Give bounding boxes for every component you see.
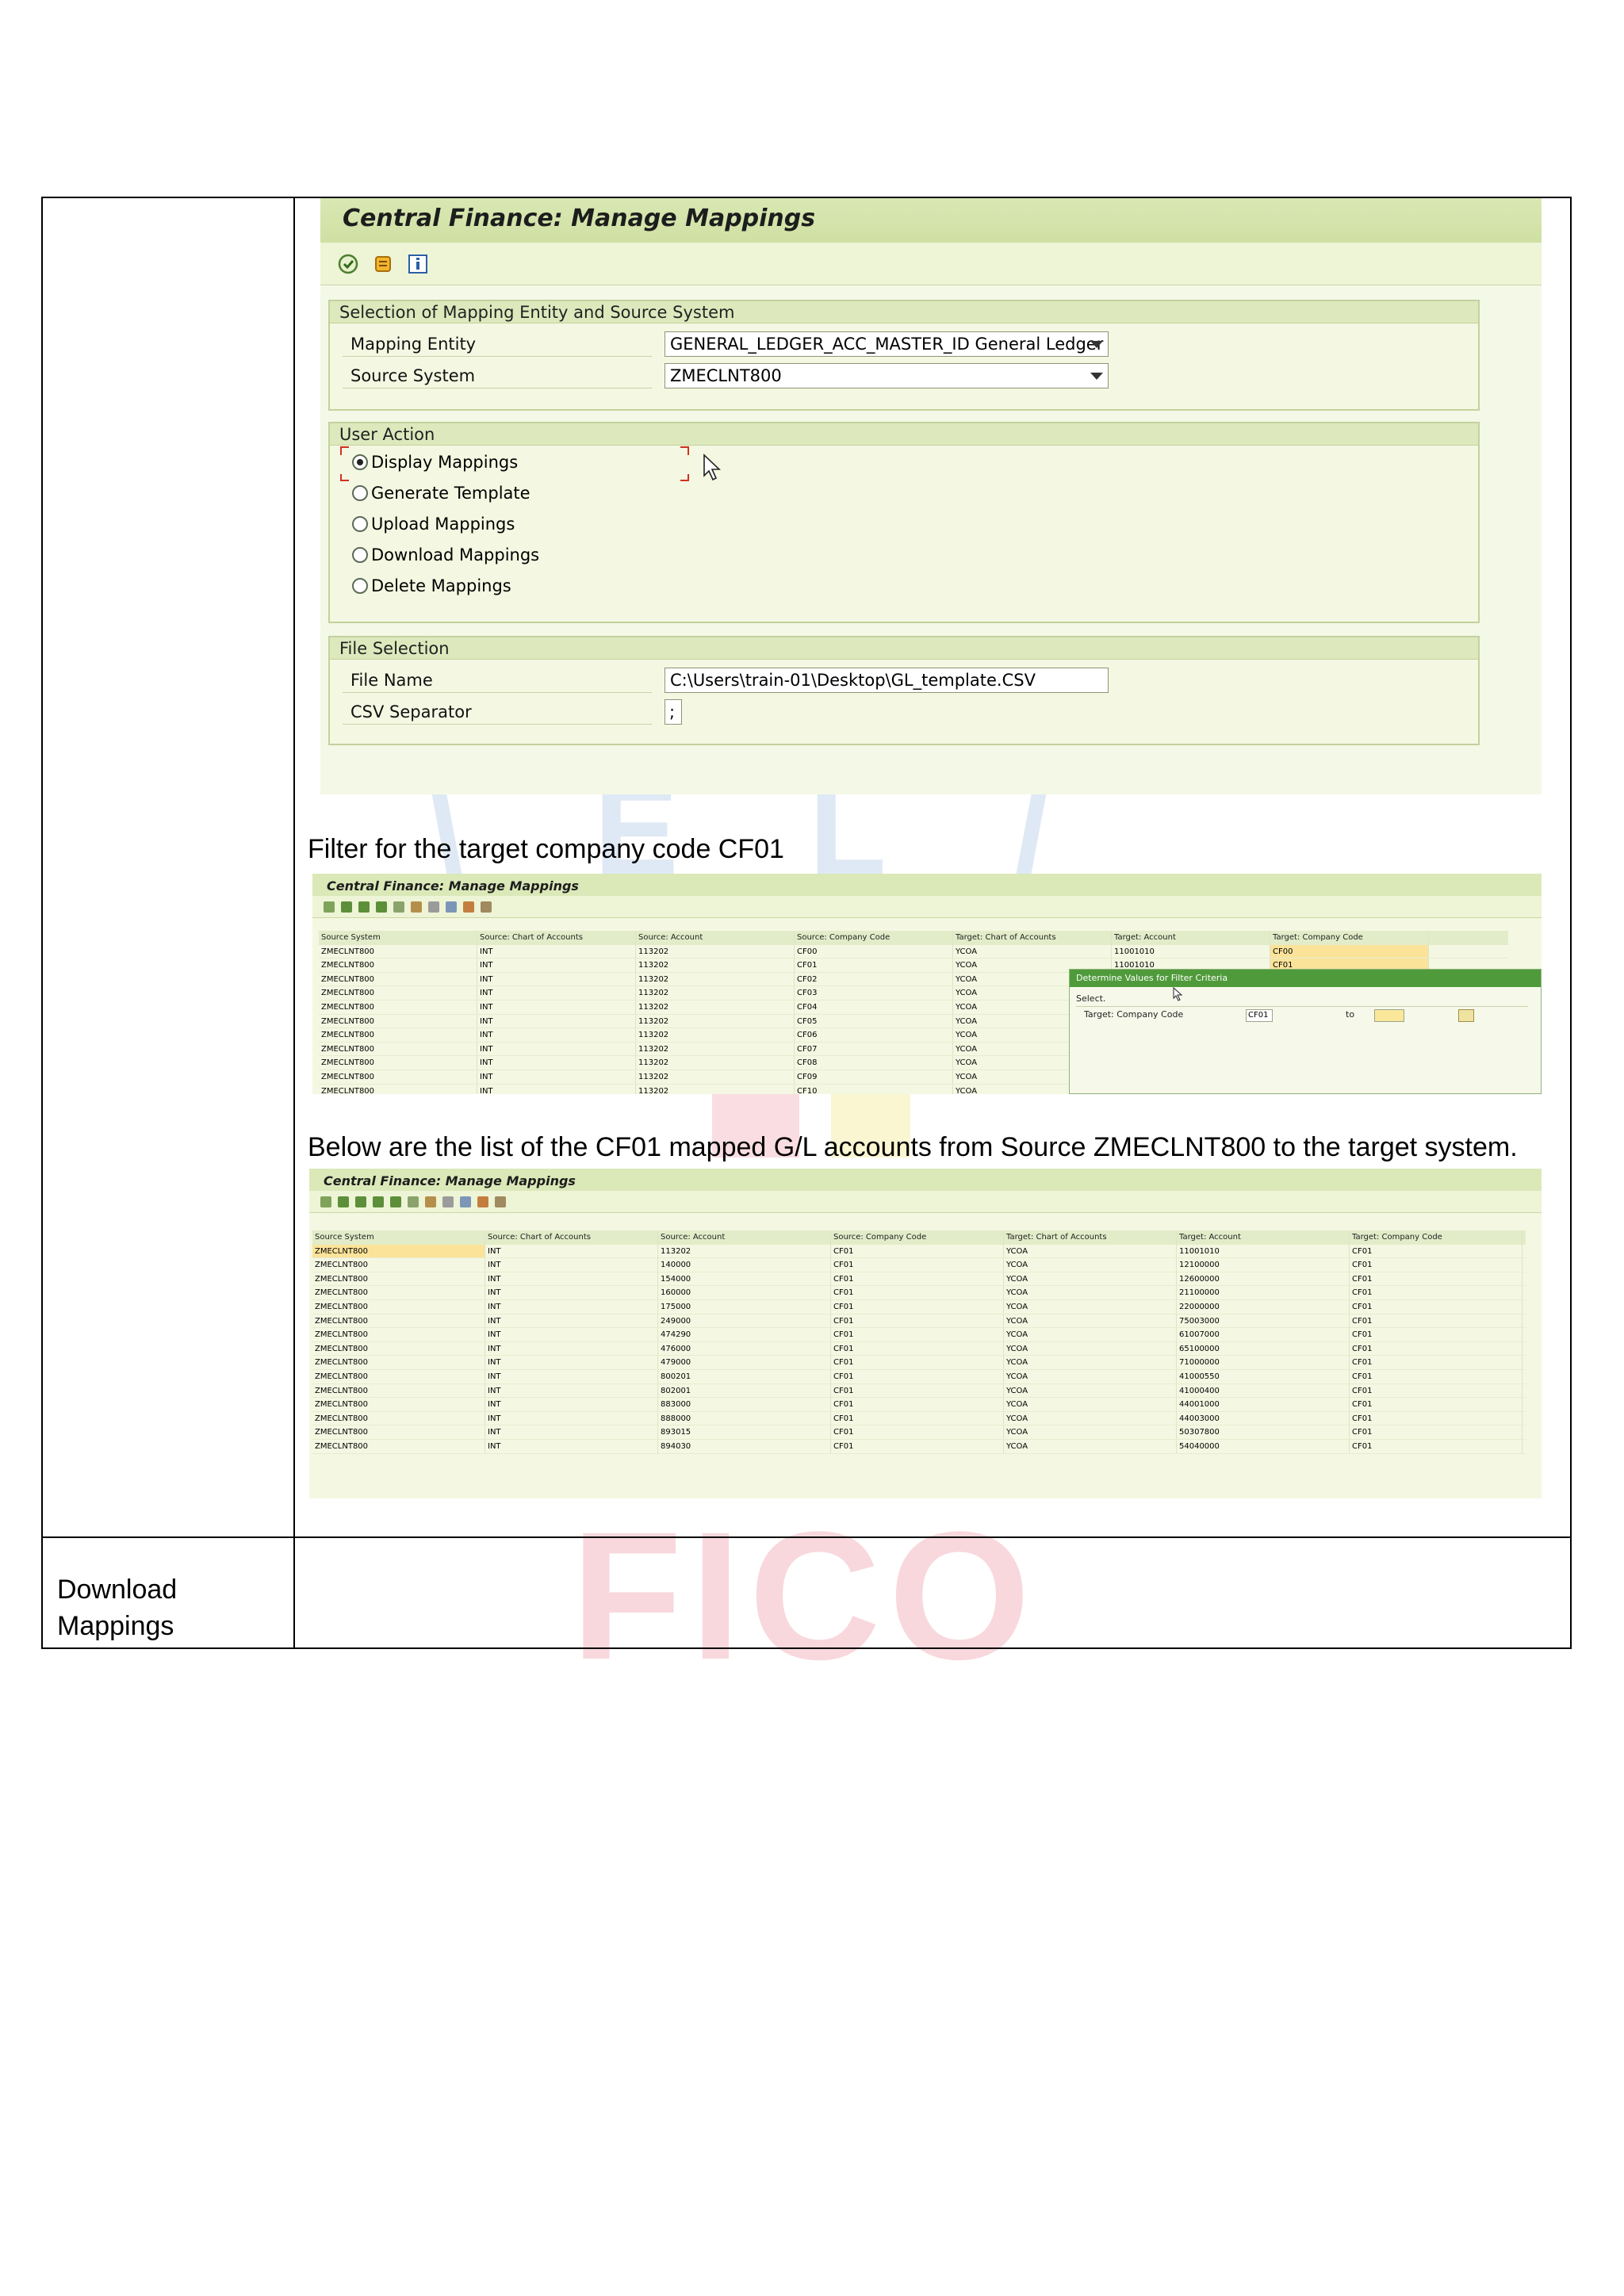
target-company-code-label: Target: Company Code: [1084, 1009, 1184, 1020]
filter-criteria-dialog: Determine Values for Filter Criteria Sel…: [1069, 969, 1542, 1094]
dialog-select-label: Select.: [1076, 993, 1106, 1004]
table-row-divider: [43, 1536, 1570, 1538]
dialog-title: Determine Values for Filter Criteria: [1070, 970, 1541, 987]
company-code-from-value: CF01: [1248, 1011, 1269, 1020]
multiple-selection-icon[interactable]: [1458, 1009, 1474, 1022]
row-label-download-mappings: Download Mappings: [57, 1575, 178, 1641]
to-label: to: [1346, 1009, 1355, 1020]
company-code-from-input[interactable]: CF01: [1246, 1009, 1273, 1022]
document-table: Download Mappings: [41, 197, 1572, 1649]
caption-filter: Filter for the target company code CF01: [308, 834, 784, 864]
mouse-cursor-icon: [1173, 987, 1183, 1001]
company-code-to-input[interactable]: [1374, 1009, 1404, 1022]
caption-list: Below are the list of the CF01 mapped G/…: [308, 1132, 1518, 1162]
table-column-divider: [293, 198, 295, 1647]
divider: [1076, 1006, 1528, 1007]
